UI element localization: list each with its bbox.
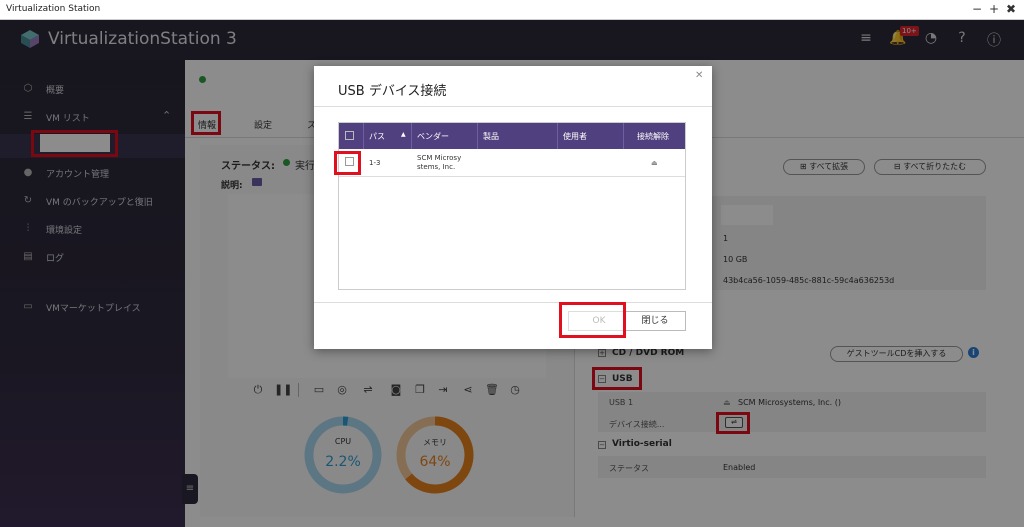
window-titlebar: Virtualization Station − + ✖ [0, 0, 1024, 20]
window-title: Virtualization Station [6, 4, 101, 14]
maximize-button[interactable]: + [987, 2, 1001, 16]
column-divider [557, 123, 558, 149]
column-disconnect[interactable]: 接続解除 [637, 131, 669, 142]
highlight-row-checkbox [334, 151, 361, 175]
usb-device-table: パス ▲ ベンダー 製品 使用者 接続解除 1-3 SCM Microsy ste… [338, 122, 686, 290]
column-divider [623, 123, 624, 149]
table-row[interactable]: 1-3 SCM Microsy stems, Inc. ⏏ [339, 149, 685, 177]
column-divider [411, 123, 412, 149]
column-vendor[interactable]: ベンダー [417, 131, 449, 142]
column-user[interactable]: 使用者 [563, 131, 587, 142]
dialog-title: USB デバイス接続 [338, 84, 447, 99]
sort-asc-icon[interactable]: ▲ [401, 131, 406, 138]
close-icon[interactable]: ✕ [695, 70, 703, 81]
close-button[interactable]: 閉じる [624, 311, 686, 331]
row-path: 1-3 [369, 159, 381, 167]
table-header: パス ▲ ベンダー 製品 使用者 接続解除 [339, 123, 685, 149]
highlight-ok-button [559, 302, 626, 338]
eject-icon[interactable]: ⏏ [651, 159, 658, 168]
column-divider [477, 123, 478, 149]
minimize-button[interactable]: − [970, 2, 984, 16]
column-path[interactable]: パス [369, 131, 385, 142]
close-window-button[interactable]: ✖ [1004, 2, 1018, 16]
row-vendor: SCM Microsy stems, Inc. [417, 154, 462, 171]
column-divider [363, 123, 364, 149]
dialog-divider [314, 106, 712, 107]
usb-connect-dialog: USB デバイス接続 ✕ パス ▲ ベンダー 製品 使用者 接続解除 1-3 S… [314, 66, 712, 349]
dialog-footer-divider [314, 302, 712, 303]
select-all-checkbox[interactable] [345, 131, 354, 140]
column-product[interactable]: 製品 [483, 131, 499, 142]
